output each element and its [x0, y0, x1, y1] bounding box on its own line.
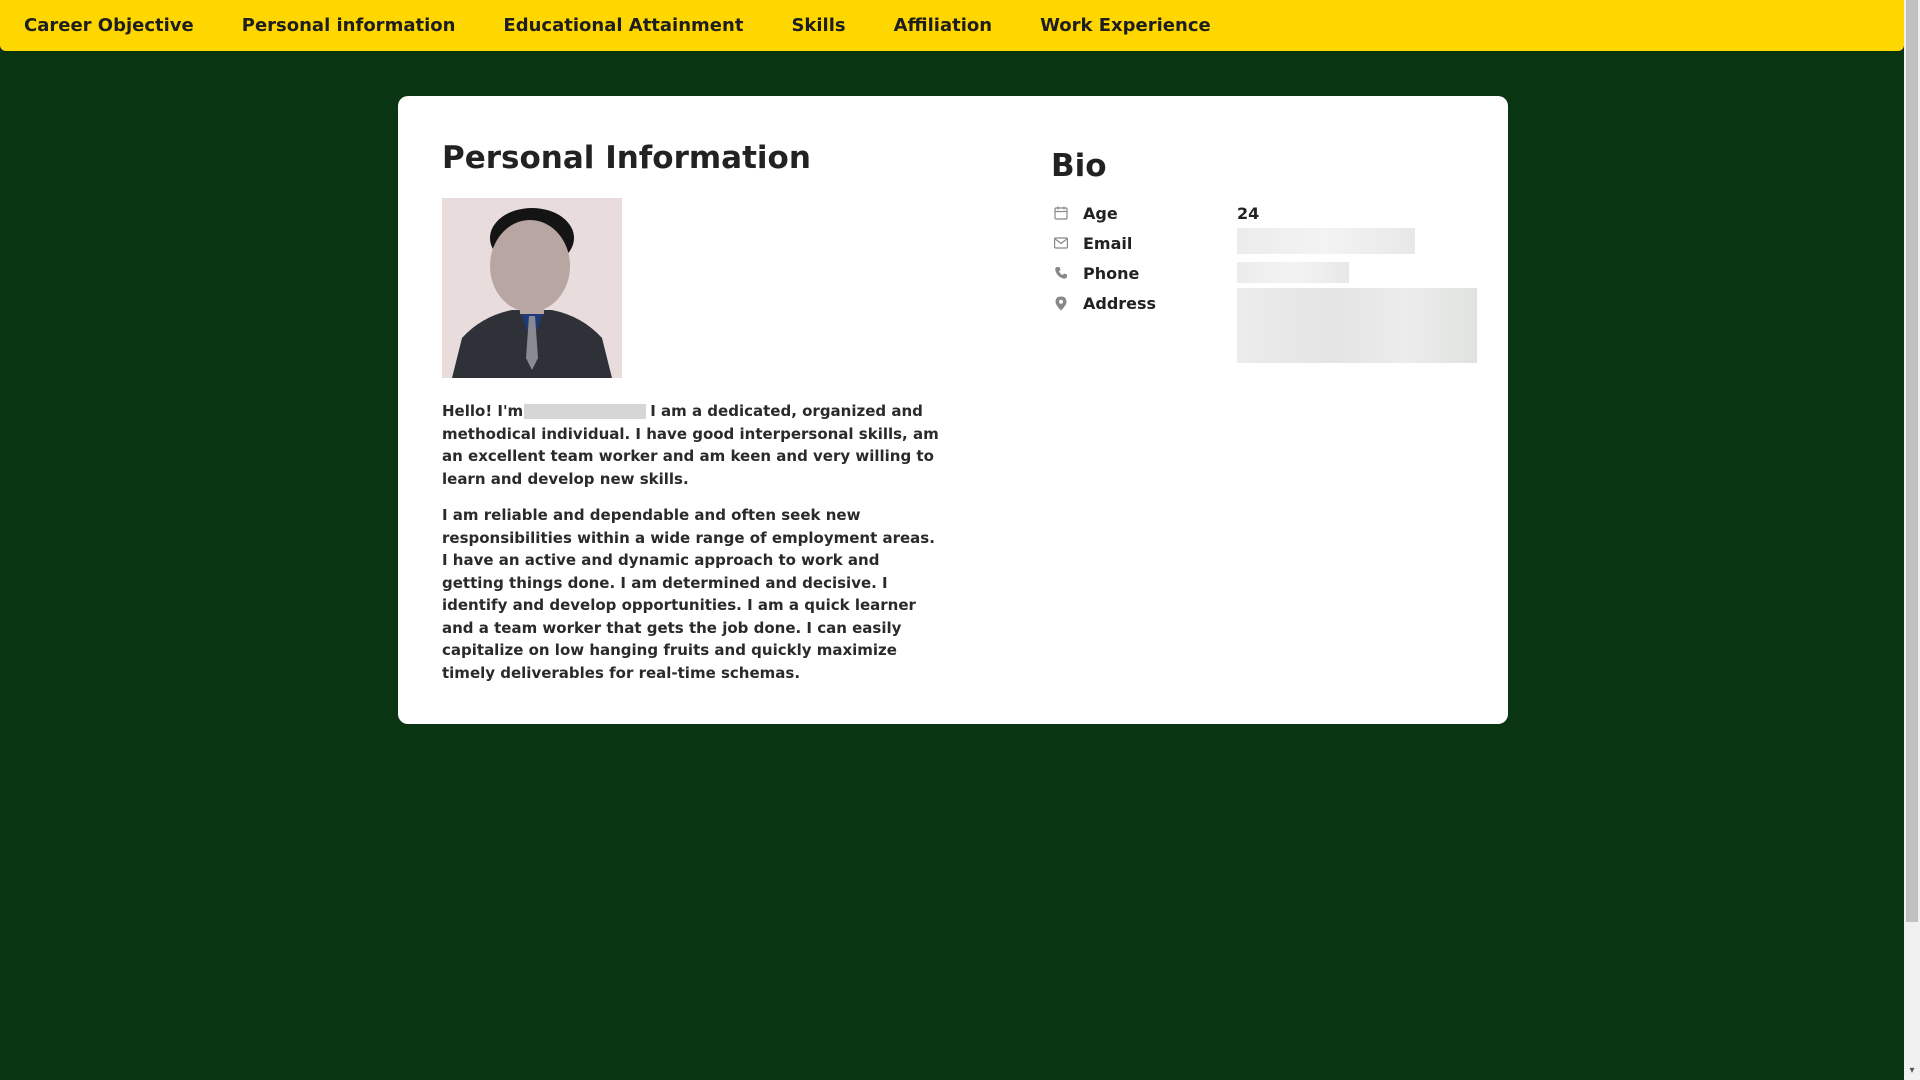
location-pin-icon [1053, 295, 1069, 311]
phone-redacted [1237, 262, 1349, 283]
personal-info-section: Personal Information Hello! I'm I am a de… [442, 138, 942, 684]
bio-section: Bio Age 24 Email Phone Address [1051, 146, 1477, 363]
phone-label: Phone [1083, 263, 1140, 283]
intro-prefix: Hello! I'm [442, 402, 524, 420]
intro-paragraph: Hello! I'm I am a dedicated, organized an… [442, 400, 942, 490]
personal-info-card: Personal Information Hello! I'm I am a de… [398, 96, 1508, 724]
scrollbar-thumb[interactable] [1906, 0, 1918, 922]
section-title: Personal Information [442, 140, 811, 176]
bio-list: Age 24 Email Phone Address [1051, 198, 1477, 363]
name-redacted [524, 404, 647, 419]
phone-icon [1053, 265, 1069, 281]
bio-row-phone: Phone [1051, 258, 1471, 288]
scroll-down-icon[interactable]: ▾ [1904, 1064, 1920, 1078]
email-label: Email [1083, 233, 1133, 253]
address-label: Address [1083, 293, 1157, 313]
nav-career-objective[interactable]: Career Objective [24, 15, 194, 36]
profile-photo [442, 198, 622, 378]
age-value: 24 [1237, 203, 1260, 223]
bio-row-age: Age 24 [1051, 198, 1471, 228]
nav-skills[interactable]: Skills [791, 15, 845, 36]
page: Career Objective Personal information Ed… [0, 0, 1920, 1080]
age-label: Age [1083, 203, 1118, 223]
bio-row-address: Address [1051, 288, 1477, 363]
second-paragraph: I am reliable and dependable and often s… [442, 506, 935, 682]
top-navbar: Career Objective Personal information Ed… [0, 0, 1904, 51]
vertical-scrollbar[interactable]: ▾ [1904, 0, 1920, 1080]
address-redacted [1237, 288, 1477, 363]
bio-title: Bio [1051, 148, 1107, 184]
nav-educational-attainment[interactable]: Educational Attainment [503, 15, 743, 36]
nav-affiliation[interactable]: Affiliation [894, 15, 992, 36]
email-redacted [1237, 228, 1415, 254]
calendar-icon [1053, 205, 1069, 221]
nav-personal-information[interactable]: Personal information [242, 15, 456, 36]
envelope-icon [1053, 235, 1069, 251]
nav-work-experience[interactable]: Work Experience [1040, 15, 1211, 36]
bio-row-email: Email [1051, 228, 1471, 258]
